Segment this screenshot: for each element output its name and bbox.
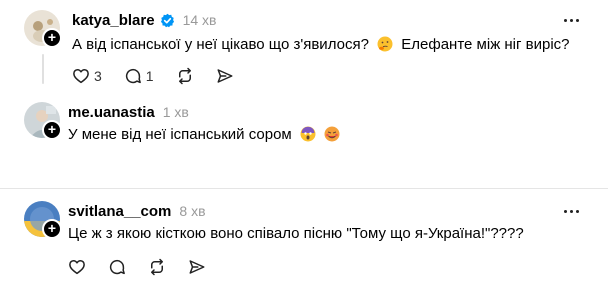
repost-button[interactable]	[148, 258, 166, 276]
post-text-part1: А від іспанської у неї цікаво що з'явило…	[72, 36, 369, 53]
follow-plus-icon[interactable]: +	[42, 28, 62, 48]
post-text-part2: Елефанте між ніг виріс?	[401, 36, 570, 53]
username[interactable]: svitlana__com	[68, 203, 171, 220]
timestamp: 8 хв	[179, 203, 206, 219]
like-button[interactable]: 3	[72, 67, 102, 85]
follow-plus-icon[interactable]: +	[42, 219, 62, 239]
timestamp: 14 хв	[182, 12, 217, 28]
post-text: У мене від неї іспанський сором	[68, 126, 340, 146]
comment-button[interactable]	[108, 258, 126, 276]
more-icon[interactable]	[560, 201, 582, 221]
repost-icon	[151, 258, 163, 276]
comment-icon	[125, 68, 141, 84]
username[interactable]: me.uanastia	[68, 104, 155, 121]
comment-count: 1	[145, 68, 154, 84]
hot-face-emoji-icon	[324, 126, 340, 146]
face-screaming-emoji-icon	[300, 126, 316, 146]
share-button[interactable]	[216, 67, 234, 85]
share-icon	[189, 260, 205, 274]
heart-icon	[69, 260, 85, 275]
username[interactable]: katya_blare	[72, 12, 155, 29]
share-icon	[217, 69, 233, 83]
more-icon[interactable]	[560, 10, 582, 30]
post-text-part1: У мене від неї іспанський сором	[68, 126, 292, 143]
like-count: 3	[94, 68, 102, 84]
heart-icon	[73, 69, 89, 84]
post-text-part1: Це ж з якою кісткою воно співало пісню "…	[68, 225, 524, 242]
like-button[interactable]	[68, 258, 86, 276]
post-uanastia: + me.uanastia 1 хв У мене від неї іспанс…	[0, 96, 608, 188]
thread-line	[42, 54, 44, 84]
repost-icon	[178, 67, 191, 85]
verified-badge-icon	[160, 13, 175, 28]
post-svitlana: + svitlana__com 8 хв Це ж з якою кісткою…	[0, 189, 608, 284]
comment-button[interactable]: 1	[124, 67, 154, 85]
repost-button[interactable]	[176, 67, 194, 85]
post-katya: + katya_blare 14 хв А від іспанської у н…	[0, 0, 608, 96]
post-text: А від іспанської у неї цікаво що з'явило…	[72, 36, 570, 56]
thinking-face-emoji-icon	[377, 36, 393, 56]
follow-plus-icon[interactable]: +	[42, 120, 62, 140]
timestamp: 1 хв	[162, 104, 189, 120]
comment-icon	[109, 259, 125, 275]
share-button[interactable]	[188, 258, 206, 276]
post-text: Це ж з якою кісткою воно співало пісню "…	[68, 225, 524, 242]
